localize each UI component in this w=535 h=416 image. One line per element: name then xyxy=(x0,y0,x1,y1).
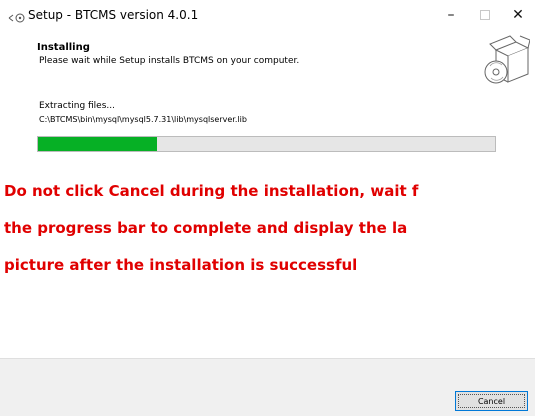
progress-bar xyxy=(37,136,496,152)
minimize-button[interactable]: – xyxy=(434,0,468,30)
cancel-button[interactable]: Cancel xyxy=(455,391,528,411)
page-title: Installing xyxy=(37,42,90,53)
setup-window: Setup - BTCMS version 4.0.1 – ✕ Installi… xyxy=(0,0,535,416)
button-bar: Cancel xyxy=(0,358,535,416)
installer-box-disc-icon xyxy=(482,34,531,88)
title-bar[interactable]: Setup - BTCMS version 4.0.1 – ✕ xyxy=(0,0,535,30)
maximize-icon xyxy=(480,10,490,20)
close-button[interactable]: ✕ xyxy=(501,0,535,30)
maximize-button[interactable] xyxy=(468,0,502,30)
note-line-3: picture after the installation is succes… xyxy=(4,256,358,274)
note-line-1: Do not click Cancel during the installat… xyxy=(4,182,419,200)
setup-app-icon xyxy=(8,9,26,23)
wizard-header: Installing Please wait while Setup insta… xyxy=(0,30,535,90)
note-line-2: the progress bar to complete and display… xyxy=(4,219,408,237)
status-text: Extracting files... xyxy=(39,101,115,111)
page-subtitle: Please wait while Setup installs BTCMS o… xyxy=(39,56,300,66)
current-file-path: C:\BTCMS\bin\mysql\mysql5.7.31\lib\mysql… xyxy=(39,115,247,124)
window-title: Setup - BTCMS version 4.0.1 xyxy=(28,8,199,22)
red-instruction-note: Do not click Cancel during the installat… xyxy=(0,176,535,296)
progress-fill xyxy=(38,137,157,151)
